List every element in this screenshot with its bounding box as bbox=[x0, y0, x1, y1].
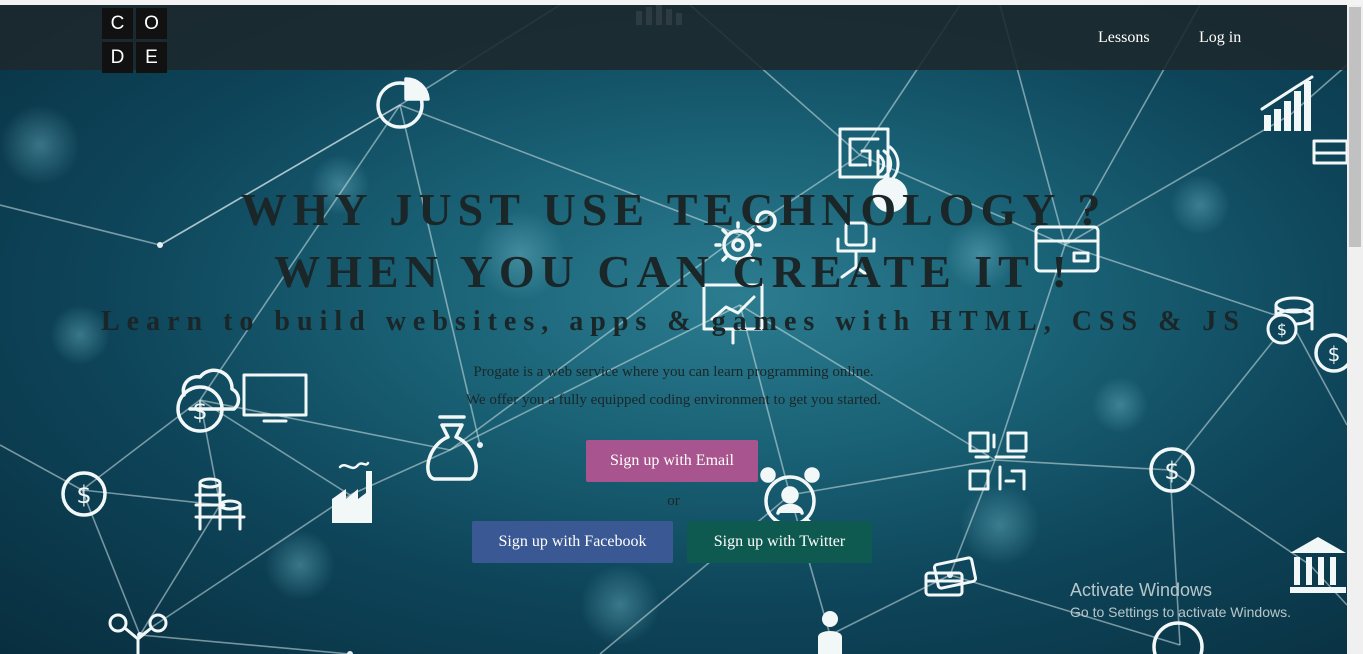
description-line-2: We offer you a fully equipped coding env… bbox=[465, 392, 882, 408]
scrollbar-thumb[interactable] bbox=[1349, 7, 1361, 247]
nav-login-link[interactable]: Log in bbox=[1199, 29, 1241, 47]
description-line-1: Progate is a web service where you can l… bbox=[473, 364, 874, 380]
headline-line-2: WHEN YOU CAN CREATE IT ! bbox=[274, 246, 1073, 297]
analytics-board-icon bbox=[1312, 139, 1347, 165]
subheadline: Learn to build websites, apps & games wi… bbox=[101, 306, 1246, 337]
logo-letter-d: D bbox=[102, 42, 133, 73]
signup-twitter-button[interactable]: Sign up with Twitter bbox=[687, 521, 872, 563]
activate-windows-title: Activate Windows bbox=[1070, 580, 1213, 600]
or-separator: or bbox=[667, 493, 680, 509]
bank-icon bbox=[1290, 537, 1346, 593]
signup-email-button[interactable]: Sign up with Email bbox=[586, 440, 758, 482]
page-scrollbar[interactable] bbox=[1347, 5, 1363, 654]
growth-chart-icon bbox=[1264, 81, 1311, 131]
svg-text:$: $ bbox=[1164, 457, 1179, 485]
person-icon bbox=[818, 611, 842, 654]
headline-line-1: WHY JUST USE TECHNOLOGY ? bbox=[240, 184, 1107, 235]
activate-windows-subtitle: Go to Settings to activate Windows. bbox=[1070, 604, 1291, 620]
logo-letter-e: E bbox=[136, 42, 167, 73]
logo-letter-o: O bbox=[136, 8, 167, 39]
svg-text:$: $ bbox=[1328, 342, 1341, 366]
nav-lessons-link[interactable]: Lessons bbox=[1098, 29, 1150, 47]
signup-facebook-button[interactable]: Sign up with Facebook bbox=[472, 521, 673, 563]
navbar: C O D E Lessons Log in bbox=[0, 5, 1347, 73]
logo-letter-c: C bbox=[102, 8, 133, 39]
code-logo[interactable]: C O D E bbox=[102, 8, 167, 73]
